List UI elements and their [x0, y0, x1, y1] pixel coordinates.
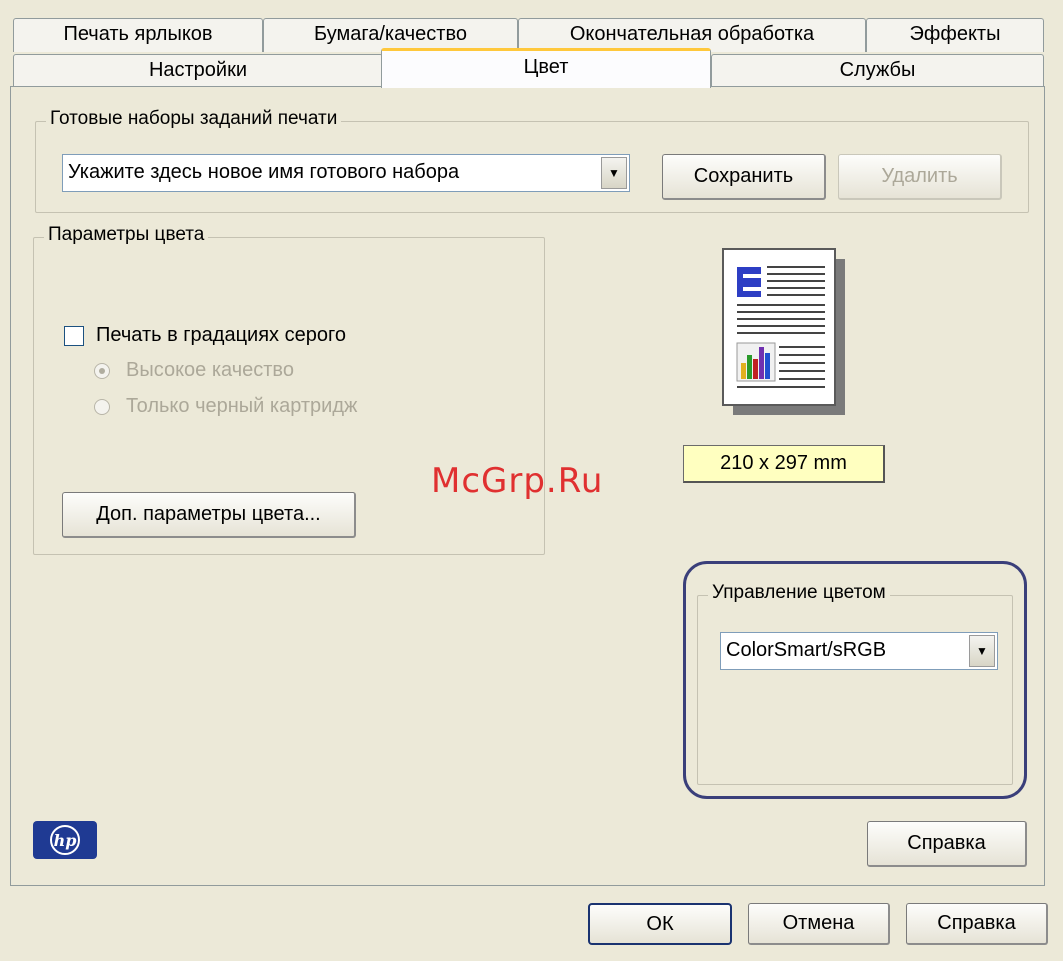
grayscale-checkbox[interactable] [64, 326, 84, 346]
radio-high-quality[interactable] [94, 363, 110, 379]
tab-effects[interactable]: Эффекты [866, 18, 1044, 52]
color-options-legend: Параметры цвета [44, 224, 209, 246]
document-preview-icon [722, 248, 845, 415]
presets-legend: Готовые наборы заданий печати [46, 108, 342, 130]
preset-name-value: Укажите здесь новое имя готового набора [68, 161, 460, 183]
tab-finishing[interactable]: Окончательная обработка [518, 18, 866, 52]
color-management-legend: Управление цветом [708, 582, 890, 604]
delete-button[interactable]: Удалить [838, 154, 1002, 200]
grayscale-label: Печать в градациях серого [96, 324, 346, 346]
presets-group: Готовые наборы заданий печати Укажите зд… [35, 108, 1029, 213]
tab-settings[interactable]: Настройки [13, 54, 383, 87]
tab-color[interactable]: Цвет [381, 48, 711, 88]
tab-paper-quality[interactable]: Бумага/качество [263, 18, 518, 52]
chevron-down-icon[interactable]: ▼ [601, 157, 627, 189]
preset-name-combo[interactable]: Укажите здесь новое имя готового набора … [62, 154, 630, 192]
page-preview [721, 247, 845, 415]
help-button-inner[interactable]: Справка [867, 821, 1027, 867]
paper-size-label: 210 x 297 mm [683, 445, 885, 483]
color-management-value: ColorSmart/sRGB [726, 639, 887, 661]
cancel-button[interactable]: Отмена [748, 903, 890, 945]
help-button[interactable]: Справка [906, 903, 1048, 945]
color-management-combo[interactable]: ColorSmart/sRGB ▼ [720, 632, 998, 670]
radio-high-quality-label: Высокое качество [126, 359, 294, 381]
color-management-group: Управление цветом ColorSmart/sRGB ▼ [697, 582, 1013, 785]
radio-black-only[interactable] [94, 399, 110, 415]
hp-logo: hp [33, 821, 97, 859]
hp-logo-text: hp [50, 825, 80, 855]
color-options-group: Параметры цвета Печать в градациях серог… [33, 224, 545, 555]
advanced-color-button[interactable]: Доп. параметры цвета... [62, 492, 356, 538]
save-button[interactable]: Сохранить [662, 154, 826, 200]
watermark-text: McGrp.Ru [431, 461, 604, 501]
tab-services[interactable]: Службы [711, 54, 1044, 87]
ok-button[interactable]: ОК [588, 903, 732, 945]
chevron-down-icon[interactable]: ▼ [969, 635, 995, 667]
tab-panel: Готовые наборы заданий печати Укажите зд… [10, 86, 1045, 886]
radio-black-only-label: Только черный картридж [126, 395, 358, 417]
tab-label-printing[interactable]: Печать ярлыков [13, 18, 263, 52]
